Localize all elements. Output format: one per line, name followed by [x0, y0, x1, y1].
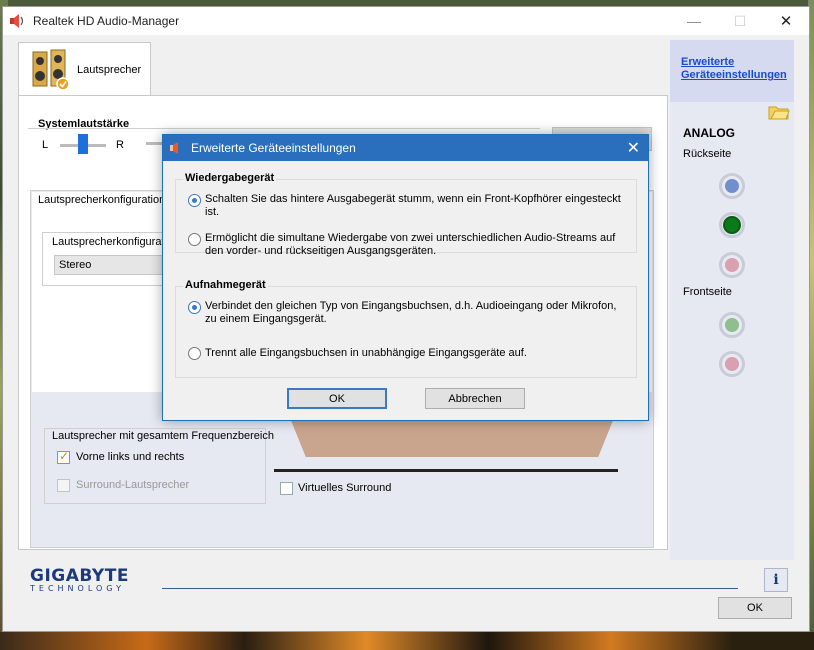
playback-group-title: Wiedergabegerät: [183, 172, 277, 184]
logo-sub-text: TECHNOLOGY: [30, 584, 125, 593]
room-floor-illustration: [290, 418, 614, 458]
balance-slider-thumb[interactable]: [78, 134, 88, 154]
dialog-body: Wiedergabegerät Schalten Sie das hintere…: [163, 161, 648, 420]
front-lr-label: Vorne links und rechts: [76, 451, 185, 463]
back-jack-green-icon[interactable]: [719, 212, 745, 238]
recording-option-1-radio[interactable]: [188, 301, 201, 314]
playback-option-1-label: Schalten Sie das hintere Ausgabegerät st…: [205, 193, 621, 218]
front-panel-label: Frontseite: [683, 286, 732, 298]
folder-icon[interactable]: [768, 104, 790, 120]
close-button[interactable]: ✕: [763, 7, 809, 35]
speaker-dialog-icon: [169, 141, 183, 155]
tab-speakers[interactable]: Lautsprecher: [18, 42, 151, 96]
volume-frame-line: [28, 128, 540, 129]
main-ok-button[interactable]: OK: [718, 597, 792, 619]
front-jack-pink-icon[interactable]: [719, 351, 745, 377]
minimize-button[interactable]: —: [671, 7, 717, 35]
advanced-settings-dialog: Erweiterte Geräteeinstellungen ✕ Wiederg…: [162, 134, 649, 421]
recording-group-title: Aufnahmegerät: [183, 279, 268, 291]
dialog-title: Erweiterte Geräteeinstellungen: [191, 141, 356, 155]
dialog-close-button[interactable]: ✕: [627, 138, 640, 158]
playback-option-2-label: Ermöglicht die simultane Wiedergabe von …: [205, 232, 616, 257]
speaker-config-title: Lautsprecherkonfiguration: [38, 194, 166, 206]
recording-option-2-radio[interactable]: [188, 347, 201, 360]
back-jack-blue-icon[interactable]: [719, 173, 745, 199]
back-panel-label: Rückseite: [683, 148, 732, 160]
title-bar: Realtek HD Audio-Manager — ☐ ✕: [3, 7, 809, 35]
virtual-surround-checkbox[interactable]: [280, 482, 293, 495]
front-lr-checkbox[interactable]: [57, 449, 70, 464]
tab-speakers-label: Lautsprecher: [77, 63, 142, 76]
front-jack-green-icon[interactable]: [719, 312, 745, 338]
desktop-background-bottom: [0, 632, 814, 650]
playback-option-1-radio[interactable]: [188, 194, 201, 207]
speaker-config-sub-label: Lautsprecherkonfigurat: [50, 236, 167, 248]
playback-option-2-radio[interactable]: [188, 233, 201, 246]
logo-main-text: GIGABYTE: [30, 566, 129, 586]
recording-option-2-label: Trennt alle Eingangsbuchsen in unabhängi…: [205, 347, 527, 359]
surround-label: Surround-Lautsprecher: [76, 479, 190, 491]
surround-checkbox[interactable]: [57, 479, 70, 492]
room-floor-line: [274, 469, 618, 472]
footer-divider: [162, 588, 738, 589]
back-jack-pink-icon[interactable]: [719, 252, 745, 278]
speaker-app-icon: [9, 13, 25, 29]
dialog-ok-button[interactable]: OK: [287, 388, 387, 409]
speakers-icon: [31, 48, 71, 92]
analog-heading: ANALOG: [683, 126, 735, 140]
info-icon[interactable]: i: [764, 568, 788, 592]
balance-left-label: L: [42, 139, 49, 151]
recording-option-1-label: Verbindet den gleichen Typ von Eingangsb…: [205, 300, 617, 325]
speaker-config-select[interactable]: Stereo: [54, 255, 164, 275]
gigabyte-logo: GIGABYTE TECHNOLOGY: [30, 566, 129, 593]
window-title: Realtek HD Audio-Manager: [33, 14, 180, 28]
advanced-settings-link[interactable]: Erweiterte Geräteeinstellungen: [681, 56, 791, 82]
balance-right-label: R: [116, 139, 124, 151]
virtual-surround-label: Virtuelles Surround: [298, 482, 392, 494]
full-range-label: Lautsprecher mit gesamtem Frequenzbereic…: [52, 430, 274, 442]
maximize-button[interactable]: ☐: [717, 7, 763, 35]
dialog-title-bar: Erweiterte Geräteeinstellungen ✕: [163, 135, 648, 161]
volume-slider-track[interactable]: [146, 142, 162, 145]
dialog-cancel-button[interactable]: Abbrechen: [425, 388, 525, 409]
